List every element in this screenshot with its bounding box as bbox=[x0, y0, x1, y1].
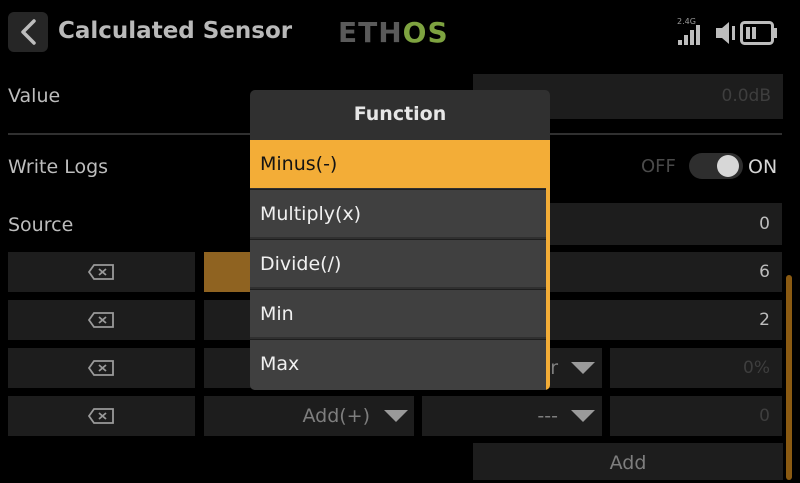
popup-title: Function bbox=[353, 103, 447, 125]
function-dropdown[interactable]: Add(+) bbox=[204, 396, 414, 436]
option-divide[interactable]: Divide(/) bbox=[250, 239, 546, 287]
source-dropdown[interactable]: --- bbox=[422, 396, 602, 436]
row-value-field[interactable]: 0 bbox=[610, 396, 782, 436]
back-button[interactable] bbox=[8, 12, 48, 52]
option-minus[interactable]: Minus(-) bbox=[250, 140, 550, 188]
value-label: Value bbox=[8, 85, 61, 107]
popup-scroll-edge bbox=[546, 188, 550, 390]
ethos-logo: ETHOS bbox=[338, 16, 449, 49]
function-popup: Function Minus(-) Multiply(x) Divide(/) … bbox=[250, 90, 550, 390]
clear-row-button[interactable] bbox=[8, 396, 195, 436]
add-button[interactable]: Add bbox=[473, 443, 783, 480]
source-value-field[interactable]: 0 bbox=[550, 203, 782, 245]
dropdown-arrow-icon bbox=[571, 362, 595, 374]
top-bar: Calculated Sensor ETHOS 2.4G bbox=[0, 0, 800, 66]
write-logs-on-label: ON bbox=[748, 156, 778, 178]
option-multiply[interactable]: Multiply(x) bbox=[250, 189, 546, 237]
clear-row-button[interactable] bbox=[8, 252, 195, 292]
clear-x-icon bbox=[88, 360, 114, 376]
source-label: Source bbox=[8, 214, 74, 236]
write-logs-off-label: OFF bbox=[641, 156, 676, 177]
battery-icon bbox=[740, 21, 777, 45]
speaker-icon bbox=[716, 22, 735, 44]
row-value-field[interactable]: 2 bbox=[550, 300, 782, 340]
clear-x-icon bbox=[88, 312, 114, 328]
page-title: Calculated Sensor bbox=[58, 18, 293, 44]
toggle-knob bbox=[717, 155, 739, 177]
clear-row-button[interactable] bbox=[8, 300, 195, 340]
clear-row-button[interactable] bbox=[8, 348, 195, 388]
dropdown-arrow-icon bbox=[384, 410, 408, 422]
option-min[interactable]: Min bbox=[250, 289, 546, 337]
row-value-field[interactable]: 6 bbox=[550, 252, 782, 292]
scrollbar[interactable] bbox=[786, 275, 792, 480]
clear-x-icon bbox=[88, 408, 114, 424]
write-logs-label: Write Logs bbox=[8, 156, 109, 178]
row-value-field[interactable]: 0% bbox=[610, 348, 782, 388]
option-max[interactable]: Max bbox=[250, 339, 546, 390]
clear-x-icon bbox=[88, 264, 114, 280]
dropdown-arrow-icon bbox=[571, 410, 595, 422]
write-logs-toggle[interactable] bbox=[689, 153, 743, 179]
chevron-left-icon bbox=[21, 19, 36, 45]
signal-strength-icon bbox=[678, 25, 700, 45]
